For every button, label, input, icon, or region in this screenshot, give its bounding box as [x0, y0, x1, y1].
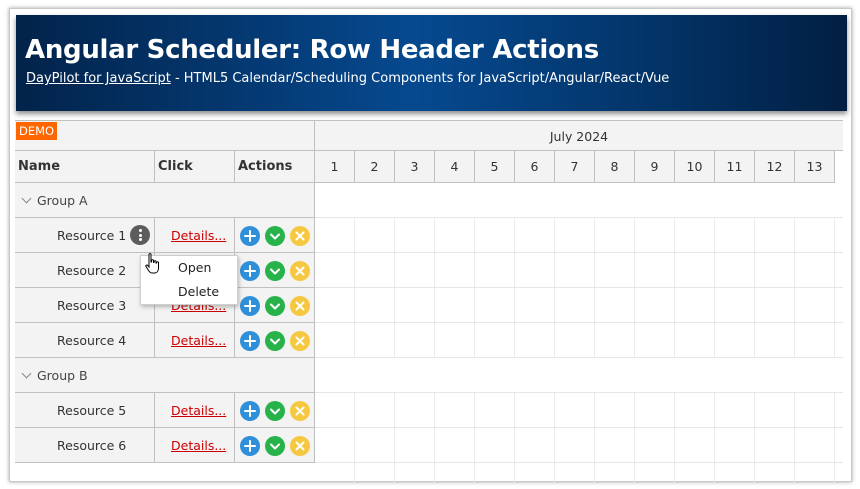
add-icon[interactable]: [240, 401, 260, 421]
group-label[interactable]: Group A: [21, 183, 88, 218]
chevron-down-icon[interactable]: [21, 368, 32, 379]
add-icon[interactable]: [240, 261, 260, 281]
hand-cursor-icon: [145, 253, 159, 274]
add-icon[interactable]: [240, 226, 260, 246]
check-icon[interactable]: [265, 226, 285, 246]
grid-row[interactable]: [315, 253, 843, 288]
delete-icon[interactable]: [290, 331, 310, 351]
resource-row-header[interactable]: Resource 6 Details...: [15, 428, 315, 463]
grid-row[interactable]: [315, 428, 843, 463]
cell-divider: [234, 393, 235, 428]
day-header-6: 6: [515, 151, 555, 183]
check-icon[interactable]: [265, 436, 285, 456]
column-header-name[interactable]: Name: [15, 151, 155, 183]
resource-row-header[interactable]: Resource 5 Details...: [15, 393, 315, 428]
add-icon[interactable]: [240, 436, 260, 456]
resource-name: Resource 4: [57, 333, 127, 348]
daypilot-link[interactable]: DayPilot for JavaScript: [26, 71, 171, 86]
grid-row[interactable]: [315, 393, 843, 428]
more-options-icon[interactable]: [130, 225, 150, 245]
group-row-header[interactable]: Group A: [15, 183, 315, 218]
column-header-actions[interactable]: Actions: [235, 151, 315, 183]
demo-badge: DEMO: [16, 122, 58, 140]
resource-row-header[interactable]: Resource 1 Details...: [15, 218, 315, 253]
delete-icon[interactable]: [290, 261, 310, 281]
add-icon[interactable]: [240, 296, 260, 316]
menu-item-delete[interactable]: Delete: [141, 280, 237, 304]
day-header-9: 9: [635, 151, 675, 183]
check-icon[interactable]: [265, 331, 285, 351]
day-header-8: 8: [595, 151, 635, 183]
resource-name: Resource 6: [57, 438, 127, 453]
resource-name: Resource 5: [57, 403, 127, 418]
resource-name: Resource 2: [57, 263, 127, 278]
grid-row[interactable]: [315, 218, 843, 253]
day-header-1: 1: [315, 151, 355, 183]
grid-row[interactable]: [315, 288, 843, 323]
details-link[interactable]: Details...: [171, 428, 226, 463]
group-name: Group B: [37, 368, 88, 383]
cell-divider: [154, 323, 155, 358]
day-header-10: 10: [675, 151, 715, 183]
day-header-3: 3: [395, 151, 435, 183]
cell-divider: [234, 218, 235, 253]
resource-name: Resource 1: [57, 228, 127, 243]
cell-divider: [234, 323, 235, 358]
check-icon[interactable]: [265, 296, 285, 316]
subtitle-text: - HTML5 Calendar/Scheduling Components f…: [170, 71, 670, 86]
grid-row[interactable]: [315, 358, 843, 393]
add-icon[interactable]: [240, 331, 260, 351]
chevron-down-icon[interactable]: [21, 193, 32, 204]
page-title: Angular Scheduler: Row Header Actions: [25, 35, 599, 65]
check-icon[interactable]: [265, 261, 285, 281]
resource-row-header[interactable]: Resource 4 Details...: [15, 323, 315, 358]
timeline-month-header: July 2024: [315, 121, 843, 151]
cell-divider: [154, 218, 155, 253]
delete-icon[interactable]: [290, 226, 310, 246]
group-row-header[interactable]: Group B: [15, 358, 315, 393]
cell-divider: [154, 393, 155, 428]
cell-divider: [154, 428, 155, 463]
page-header: Angular Scheduler: Row Header Actions Da…: [16, 15, 847, 111]
grid-row[interactable]: [315, 183, 843, 218]
day-header-7: 7: [555, 151, 595, 183]
day-header-2: 2: [355, 151, 395, 183]
grid-row[interactable]: [315, 323, 843, 358]
day-header-13: 13: [795, 151, 835, 183]
cell-divider: [234, 428, 235, 463]
scheduler-corner: DEMO: [15, 121, 315, 151]
day-header-12: 12: [755, 151, 795, 183]
page-subtitle: DayPilot for JavaScript - HTML5 Calendar…: [26, 71, 669, 86]
day-header-5: 5: [475, 151, 515, 183]
details-link[interactable]: Details...: [171, 323, 226, 358]
resource-name: Resource 3: [57, 298, 127, 313]
group-name: Group A: [37, 193, 88, 208]
delete-icon[interactable]: [290, 436, 310, 456]
group-label[interactable]: Group B: [21, 358, 88, 393]
delete-icon[interactable]: [290, 296, 310, 316]
day-header-4: 4: [435, 151, 475, 183]
details-link[interactable]: Details...: [171, 218, 226, 253]
check-icon[interactable]: [265, 401, 285, 421]
delete-icon[interactable]: [290, 401, 310, 421]
details-link[interactable]: Details...: [171, 393, 226, 428]
day-header-11: 11: [715, 151, 755, 183]
column-header-click[interactable]: Click: [155, 151, 235, 183]
